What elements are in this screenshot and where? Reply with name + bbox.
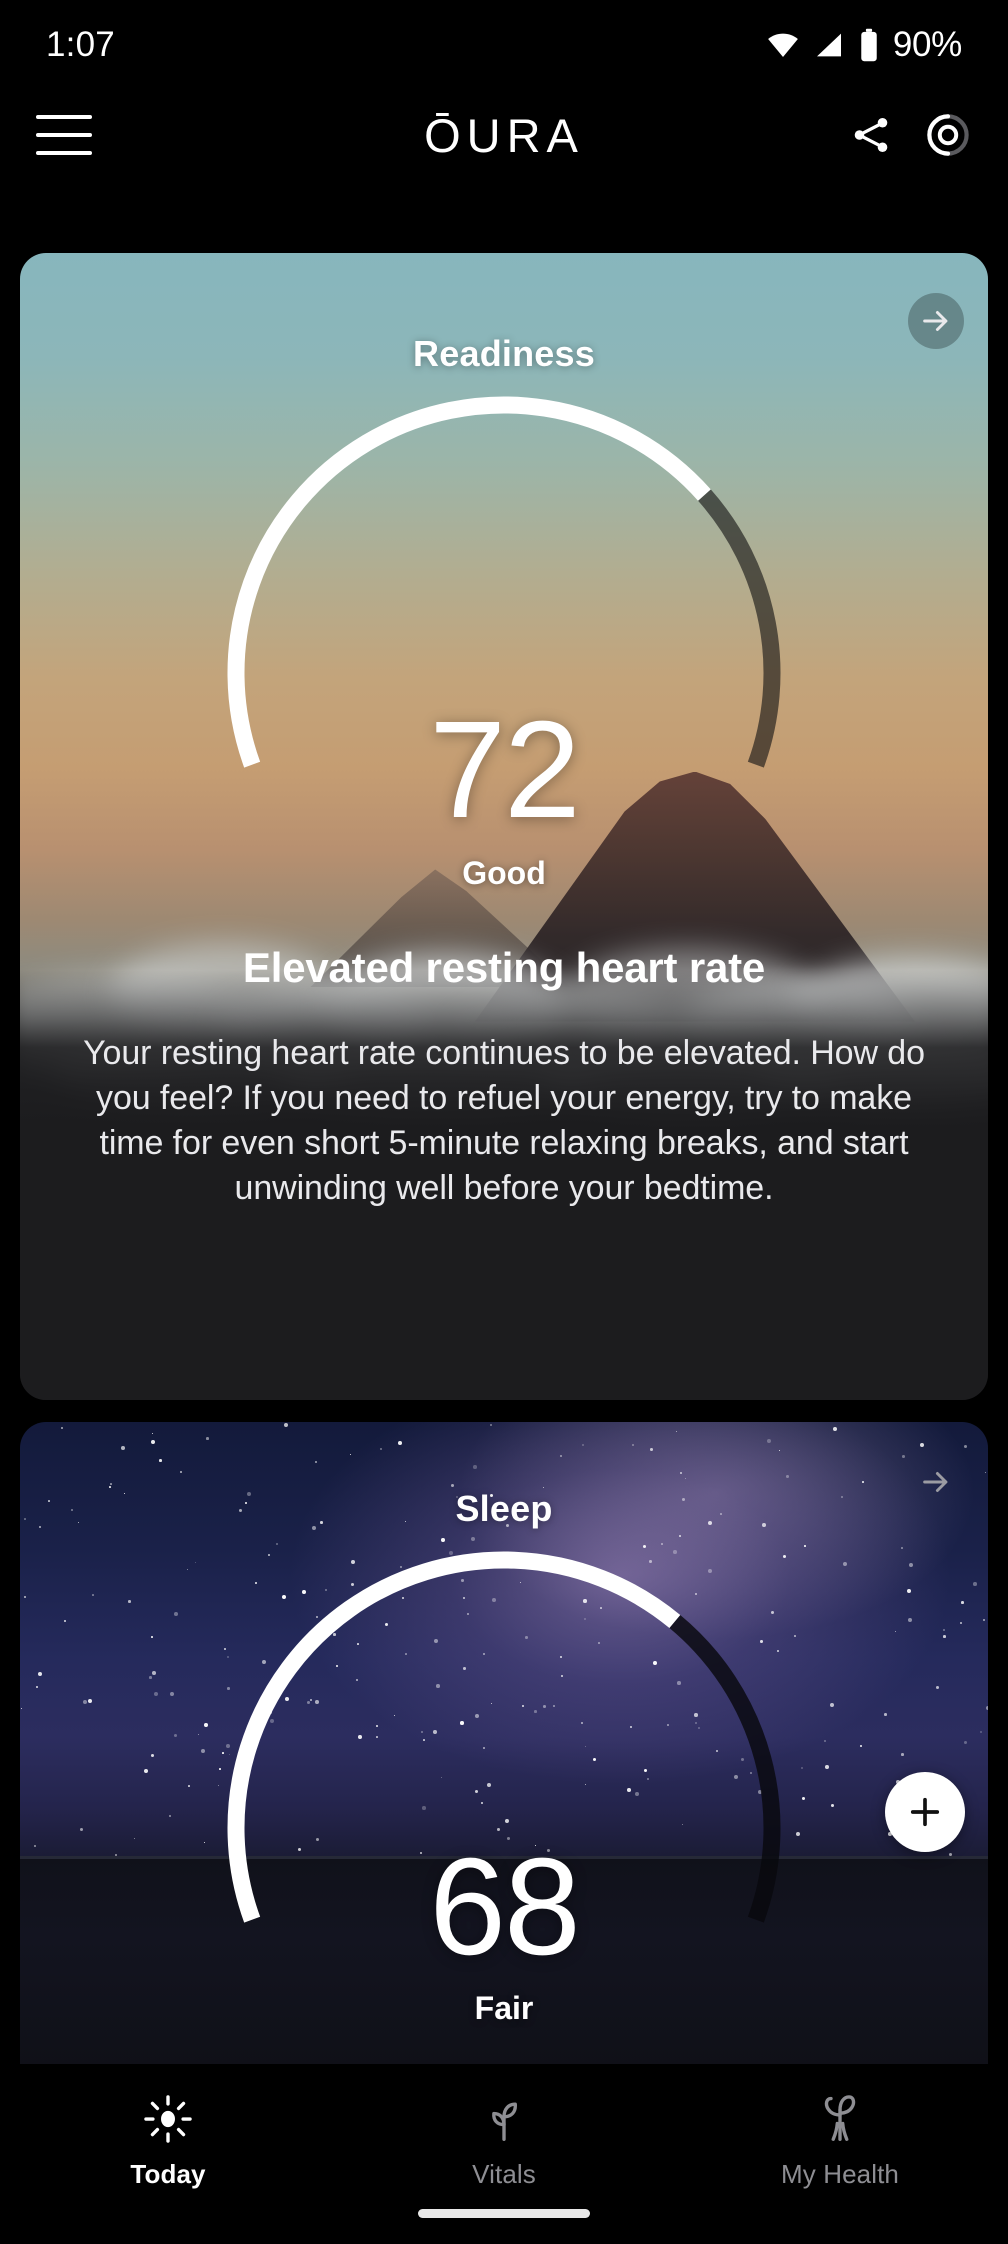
arrow-right-icon	[923, 1472, 948, 1492]
cellular-signal-icon	[816, 33, 841, 57]
star	[398, 1441, 402, 1445]
star	[36, 1686, 38, 1688]
star	[862, 1481, 864, 1483]
star	[110, 1483, 112, 1485]
sleep-score-label: Fair	[474, 1990, 534, 2026]
readiness-detail-arrow-button[interactable]	[908, 293, 964, 349]
nav-item-today[interactable]: Today	[0, 2092, 336, 2190]
wifi-icon	[767, 33, 798, 58]
star	[786, 1475, 789, 1478]
oura-ring-battery-icon[interactable]	[924, 111, 972, 159]
star	[315, 1461, 317, 1463]
add-button[interactable]	[885, 1772, 965, 1852]
star	[560, 1455, 563, 1458]
star	[961, 1601, 964, 1604]
star	[960, 1622, 962, 1624]
nav-label-vitals: Vitals	[472, 2159, 536, 2189]
readiness-score-label: Good	[462, 855, 546, 891]
star	[650, 1448, 653, 1451]
header-actions	[848, 111, 972, 159]
star	[152, 1433, 154, 1435]
star	[380, 1448, 382, 1450]
star	[680, 1472, 682, 1474]
readiness-insight: Elevated resting heart rate Your resting…	[68, 943, 940, 1211]
star	[151, 1440, 156, 1445]
sun-icon	[144, 2095, 192, 2143]
star	[980, 1731, 982, 1733]
star	[907, 1589, 912, 1594]
nav-item-vitals[interactable]: Vitals	[336, 2092, 672, 2190]
star	[983, 1619, 985, 1621]
star	[490, 1424, 493, 1427]
star	[964, 1445, 968, 1449]
star	[180, 1471, 183, 1474]
status-bar: 1:07 90%	[0, 0, 1008, 90]
tree-icon	[824, 2095, 856, 2141]
phone-screen: 1:07 90% ŌURA Readiness 72 Good Elevated…	[0, 0, 1008, 2244]
star	[685, 1478, 687, 1480]
insight-body: Your resting heart rate continues to be …	[83, 1034, 925, 1208]
star	[943, 1635, 946, 1638]
insight-headline: Elevated resting heart rate	[242, 944, 766, 991]
star	[908, 1618, 912, 1622]
star	[901, 1547, 903, 1549]
star	[159, 1459, 162, 1462]
nav-label-my-health: My Health	[781, 2159, 899, 2189]
star	[451, 1484, 455, 1488]
star	[920, 1443, 925, 1448]
star	[284, 1423, 288, 1427]
star	[350, 1454, 352, 1456]
sleep-title: Sleep	[455, 1488, 553, 1529]
readiness-card[interactable]: Readiness 72 Good Elevated resting heart…	[20, 253, 988, 1400]
star	[24, 1596, 27, 1599]
star	[902, 1455, 905, 1458]
star	[936, 1686, 940, 1690]
readiness-title: Readiness	[413, 333, 595, 374]
star	[833, 1427, 838, 1432]
star	[206, 1437, 209, 1440]
star	[473, 1465, 477, 1469]
star	[61, 1427, 64, 1430]
sleep-score: 68	[429, 1830, 581, 1984]
star	[64, 1620, 67, 1623]
app-header: ŌURA	[0, 90, 1008, 180]
star	[83, 1700, 87, 1704]
star	[767, 1439, 771, 1443]
home-gesture-bar[interactable]	[418, 2209, 590, 2218]
status-bar-clock: 1:07	[46, 25, 115, 64]
battery-icon	[861, 28, 877, 62]
star	[895, 1631, 897, 1633]
star	[901, 1753, 904, 1756]
share-icon[interactable]	[848, 112, 894, 158]
star	[128, 1600, 131, 1603]
nav-label-today: Today	[130, 2159, 206, 2189]
status-bar-indicators: 90%	[766, 25, 962, 65]
arrow-right-icon	[923, 311, 948, 331]
sleep-card[interactable]: Sleep 68 Fair	[20, 1422, 988, 2122]
star	[582, 1444, 584, 1446]
star	[909, 1563, 913, 1567]
nav-item-my-health[interactable]: My Health	[672, 2092, 1008, 2190]
star	[80, 1828, 84, 1832]
star	[779, 1450, 781, 1452]
star	[92, 1594, 94, 1596]
star	[632, 1444, 634, 1446]
star	[964, 1741, 967, 1744]
sprout-icon	[492, 2102, 517, 2141]
readiness-score: 72	[429, 693, 581, 847]
plus-icon	[910, 1797, 940, 1827]
sleep-detail-arrow-button[interactable]	[908, 1454, 964, 1510]
star	[986, 1706, 988, 1710]
star	[676, 1431, 678, 1433]
star	[943, 1629, 946, 1632]
star	[38, 1672, 42, 1676]
battery-percentage: 90%	[892, 25, 962, 64]
star	[884, 1713, 887, 1716]
star	[121, 1446, 125, 1450]
star	[88, 1699, 92, 1703]
hamburger-menu-icon[interactable]	[36, 115, 92, 155]
star	[985, 1472, 987, 1474]
star	[21, 1708, 23, 1710]
star	[973, 1582, 977, 1586]
